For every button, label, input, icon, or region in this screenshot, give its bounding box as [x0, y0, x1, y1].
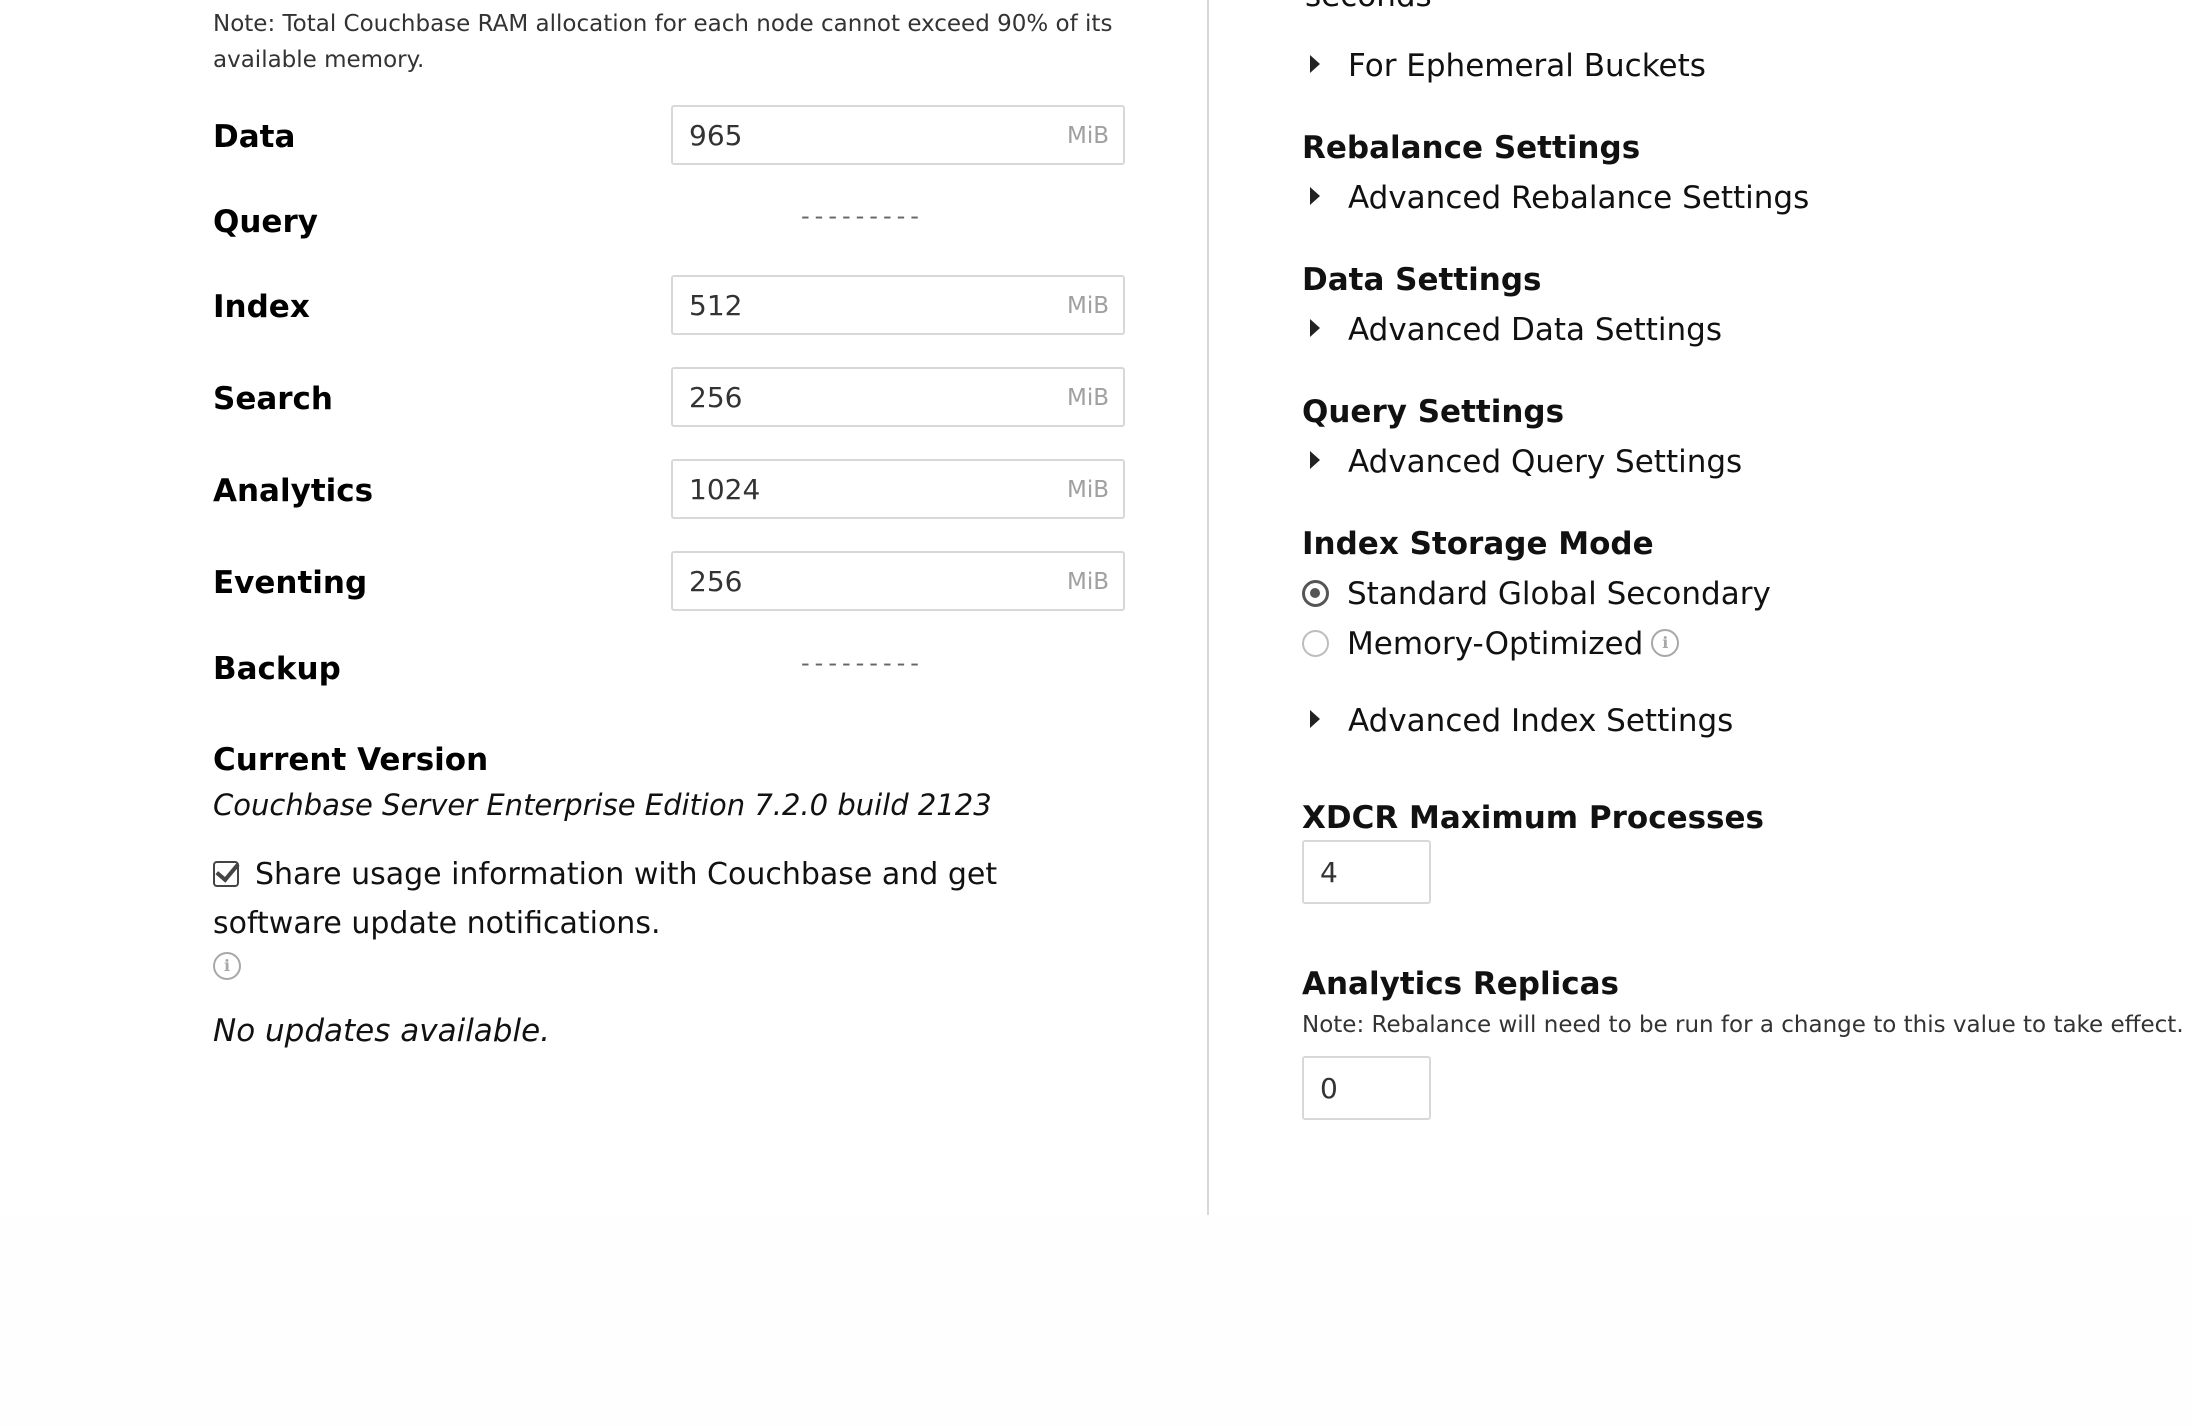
service-label: Eventing [213, 565, 368, 601]
input-value[interactable]: 4 [1320, 856, 1338, 889]
version-text: Couchbase Server Enterprise Edition 7.2.… [213, 788, 992, 822]
caret-right-icon [1310, 187, 1320, 205]
share-usage-checkbox[interactable] [213, 861, 239, 887]
service-row-eventing: Eventing 256 MiB [213, 551, 1133, 615]
memory-quota-note: Note: Total Couchbase RAM allocation for… [213, 11, 1113, 73]
current-version-heading: Current Version [213, 742, 489, 778]
unit-label: MiB [1066, 385, 1109, 411]
updates-status: No updates available. [213, 1013, 551, 1049]
radio-standard-gsi[interactable]: Standard Global Secondary [1302, 576, 1771, 612]
service-label: Index [213, 289, 310, 325]
service-label: Analytics [213, 473, 374, 509]
share-usage-label[interactable]: Share usage information with Couchbase a… [213, 857, 997, 941]
page-background-lower [0, 1215, 2192, 1426]
query-settings-heading: Query Settings [1302, 394, 1565, 430]
info-circle-icon[interactable]: i [213, 952, 241, 980]
analytics-replicas-input[interactable]: 0 [1302, 1056, 1431, 1120]
service-row-index: Index 512 MiB [213, 275, 1133, 339]
analytics-replicas-note: Note: Rebalance will need to be run for … [1302, 1012, 2184, 1038]
toggle-label[interactable]: Advanced Query Settings [1348, 444, 1742, 480]
no-quota-placeholder: --------- [801, 649, 924, 677]
toggle-label[interactable]: For Ephemeral Buckets [1348, 48, 1706, 84]
service-row-search: Search 256 MiB [213, 367, 1133, 431]
radio-label[interactable]: Memory-Optimized [1347, 626, 1643, 662]
input-value[interactable]: 256 [689, 565, 742, 598]
input-value[interactable]: 512 [689, 289, 742, 322]
analytics-replicas-heading: Analytics Replicas [1302, 966, 1619, 1002]
index-quota-input[interactable]: 512 MiB [671, 275, 1125, 335]
input-value[interactable]: 0 [1320, 1072, 1338, 1105]
toggle-label[interactable]: Advanced Rebalance Settings [1348, 180, 1809, 216]
data-quota-input[interactable]: 965 MiB [671, 105, 1125, 165]
input-value[interactable]: 256 [689, 381, 742, 414]
clipped-text: seconds [1305, 0, 1432, 14]
service-label: Backup [213, 651, 341, 687]
unit-label: MiB [1066, 123, 1109, 149]
service-row-data: Data 965 MiB [213, 105, 1133, 169]
toggle-label[interactable]: Advanced Data Settings [1348, 312, 1722, 348]
advanced-index-settings-toggle[interactable]: Advanced Index Settings [1310, 703, 1733, 739]
xdcr-max-processes-heading: XDCR Maximum Processes [1302, 800, 1764, 836]
service-row-backup: Backup --------- [213, 637, 1133, 701]
service-label: Data [213, 119, 296, 155]
radio-button-selected[interactable] [1302, 580, 1329, 607]
radio-memory-optimized[interactable]: Memory-Optimized i [1302, 626, 1680, 662]
caret-right-icon [1310, 710, 1320, 728]
ephemeral-buckets-toggle[interactable]: For Ephemeral Buckets [1310, 48, 1706, 84]
caret-right-icon [1310, 55, 1320, 73]
radio-label[interactable]: Standard Global Secondary [1347, 576, 1771, 612]
index-storage-mode-heading: Index Storage Mode [1302, 526, 1654, 562]
analytics-quota-input[interactable]: 1024 MiB [671, 459, 1125, 519]
rebalance-settings-heading: Rebalance Settings [1302, 130, 1641, 166]
search-quota-input[interactable]: 256 MiB [671, 367, 1125, 427]
unit-label: MiB [1066, 293, 1109, 319]
service-row-query: Query --------- [213, 190, 1133, 254]
service-label: Query [213, 204, 318, 240]
service-row-analytics: Analytics 1024 MiB [213, 459, 1133, 523]
input-value[interactable]: 965 [689, 119, 742, 152]
advanced-data-settings-toggle[interactable]: Advanced Data Settings [1310, 312, 1722, 348]
toggle-label[interactable]: Advanced Index Settings [1348, 703, 1733, 739]
column-divider [1207, 0, 1209, 1215]
caret-right-icon [1310, 319, 1320, 337]
xdcr-max-processes-input[interactable]: 4 [1302, 840, 1431, 904]
unit-label: MiB [1066, 569, 1109, 595]
unit-label: MiB [1066, 477, 1109, 503]
advanced-rebalance-settings-toggle[interactable]: Advanced Rebalance Settings [1310, 180, 1809, 216]
radio-button[interactable] [1302, 630, 1329, 657]
caret-right-icon [1310, 451, 1320, 469]
service-label: Search [213, 381, 334, 417]
no-quota-placeholder: --------- [801, 202, 924, 230]
eventing-quota-input[interactable]: 256 MiB [671, 551, 1125, 611]
advanced-query-settings-toggle[interactable]: Advanced Query Settings [1310, 444, 1742, 480]
input-value[interactable]: 1024 [689, 473, 760, 506]
data-settings-heading: Data Settings [1302, 262, 1542, 298]
share-usage-option[interactable]: Share usage information with Couchbase a… [213, 850, 1133, 948]
info-circle-icon[interactable]: i [1651, 629, 1680, 657]
